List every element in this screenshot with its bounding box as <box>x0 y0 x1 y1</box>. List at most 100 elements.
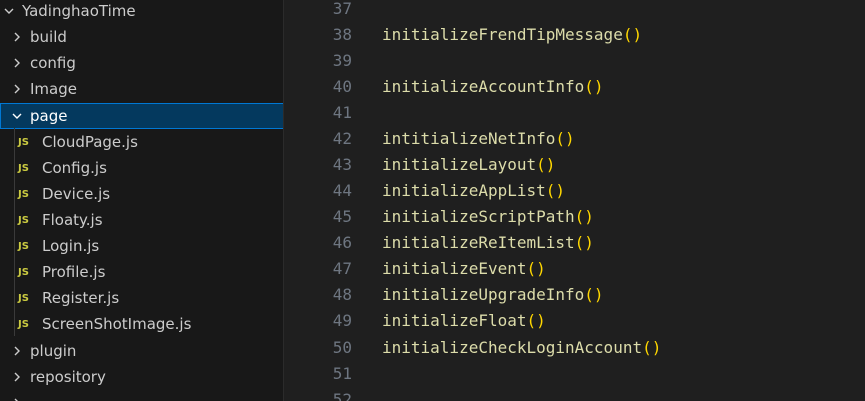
code-line: 44 initializeAppList() <box>284 177 865 203</box>
chevron-down-icon <box>10 103 24 129</box>
tree-item-file[interactable]: JS Floaty.js <box>0 207 283 233</box>
function-call: intitializeNetInfo <box>382 128 556 148</box>
function-call: initializeScriptPath <box>382 206 575 226</box>
tree-item-file[interactable]: JS ScreenShotImage.js <box>0 311 283 337</box>
call-parens: () <box>526 310 546 330</box>
line-number: 46 <box>332 232 352 252</box>
line-number: 39 <box>332 50 352 70</box>
code-line: 47 initializeEvent() <box>284 255 865 281</box>
function-call: initializeFloat <box>382 310 527 330</box>
tree-item-file[interactable]: JS CloudPage.js <box>0 129 283 155</box>
line-number: 50 <box>332 337 352 357</box>
js-file-icon: JS <box>18 292 29 304</box>
function-call: initializeEvent <box>382 258 527 278</box>
code-line: 45 initializeScriptPath() <box>284 203 865 229</box>
js-file-icon: JS <box>18 266 29 278</box>
chevron-right-icon <box>10 50 24 76</box>
line-number: 52 <box>332 389 352 401</box>
call-parens: () <box>545 180 566 200</box>
tree-item-label: Floaty.js <box>42 211 103 229</box>
chevron-right-icon <box>10 76 24 102</box>
js-file-icon: JS <box>18 318 29 330</box>
code-line: 49 initializeFloat() <box>284 307 865 333</box>
chevron-right-icon <box>10 390 24 401</box>
chevron-right-icon <box>10 24 24 50</box>
call-parens: () <box>574 206 594 226</box>
tree-item-label: Device.js <box>42 185 111 203</box>
code-line: 42 intitializeNetInfo() <box>284 125 865 151</box>
function-call: initializeUpgradeInfo <box>382 284 585 304</box>
line-number: 49 <box>332 310 352 330</box>
tree-item-label: Image <box>30 80 77 98</box>
call-parens: () <box>555 128 575 148</box>
function-call: initializeFrendTipMessage <box>382 24 623 44</box>
function-call: initializeLayout <box>382 154 537 174</box>
tree-item-file[interactable]: JS Profile.js <box>0 259 283 285</box>
code-line: 52 <box>284 386 865 401</box>
explorer-sidebar: YadinghaoTime build config Image page JS… <box>0 0 284 401</box>
call-parens: () <box>622 24 643 44</box>
function-call: initializeAccountInfo <box>382 76 585 96</box>
line-number: 43 <box>332 154 352 174</box>
tree-item-folder-page[interactable]: page <box>0 103 283 129</box>
chevron-right-icon <box>10 364 24 390</box>
tree-item-label: Register.js <box>42 289 120 307</box>
code-line: 37 <box>284 0 865 21</box>
line-number: 41 <box>332 102 352 122</box>
js-file-icon: JS <box>18 162 29 174</box>
line-number: 37 <box>332 0 352 18</box>
call-parens: () <box>584 284 604 304</box>
tree-item-file[interactable]: JS Device.js <box>0 181 283 207</box>
tree-item-folder-image[interactable]: Image <box>0 76 283 102</box>
tree-item-folder-config[interactable]: config <box>0 50 283 76</box>
code-line: 39 <box>284 47 865 73</box>
line-number: 44 <box>332 180 352 200</box>
tree-item-label: ScreenShotImage.js <box>42 315 192 333</box>
js-file-icon: JS <box>18 240 29 252</box>
call-parens: () <box>574 232 594 252</box>
code-line: 41 <box>284 99 865 125</box>
code-line: 38 initializeFrendTipMessage() <box>284 21 865 47</box>
js-file-icon: JS <box>18 214 29 226</box>
tree-item-label: Login.js <box>42 237 100 255</box>
call-parens: () <box>642 337 662 357</box>
tree-item-label: build <box>30 28 67 46</box>
line-number: 48 <box>332 284 352 304</box>
chevron-down-icon <box>2 0 16 24</box>
explorer-root-folder[interactable]: YadinghaoTime <box>0 0 283 24</box>
call-parens: () <box>526 258 546 278</box>
tree-item-label: config <box>30 54 76 72</box>
tree-item-file[interactable]: JS Register.js <box>0 285 283 311</box>
vscode-window: YadinghaoTime build config Image page JS… <box>0 0 865 401</box>
call-parens: () <box>584 76 604 96</box>
tree-item-partial[interactable] <box>0 390 283 401</box>
code-line: 51 <box>284 360 865 386</box>
tree-item-label: repository <box>30 368 106 386</box>
js-file-icon: JS <box>18 136 29 148</box>
function-call: initializeAppList <box>382 180 546 200</box>
explorer-root-label: YadinghaoTime <box>22 2 136 20</box>
code-line: 40 initializeAccountInfo() <box>284 73 865 99</box>
tree-item-file[interactable]: JS Config.js <box>0 155 283 181</box>
line-number: 45 <box>332 206 352 226</box>
line-number: 42 <box>332 128 352 148</box>
tree-item-file[interactable]: JS Login.js <box>0 233 283 259</box>
js-file-icon: JS <box>18 188 29 200</box>
code-line: 46 initializeReItemList() <box>284 229 865 255</box>
code-editor[interactable]: 37 38 initializeFrendTipMessage() 39 40 … <box>284 0 865 401</box>
code-line: 43 initializeLayout() <box>284 151 865 177</box>
tree-item-label: plugin <box>30 342 77 360</box>
tree-item-folder-build[interactable]: build <box>0 24 283 50</box>
line-number: 51 <box>332 363 352 383</box>
tree-item-folder-repository[interactable]: repository <box>0 364 283 390</box>
line-number: 40 <box>332 76 352 96</box>
tree-item-folder-plugin[interactable]: plugin <box>0 338 283 364</box>
line-number: 47 <box>332 258 352 278</box>
function-call: initializeCheckLoginAccount <box>382 337 643 357</box>
tree-item-label: Profile.js <box>42 263 106 281</box>
tree-item-label: CloudPage.js <box>42 133 138 151</box>
tree-item-label: page <box>30 107 68 125</box>
function-call: initializeReItemList <box>382 232 575 252</box>
call-parens: () <box>536 154 556 174</box>
code-line: 48 initializeUpgradeInfo() <box>284 281 865 307</box>
